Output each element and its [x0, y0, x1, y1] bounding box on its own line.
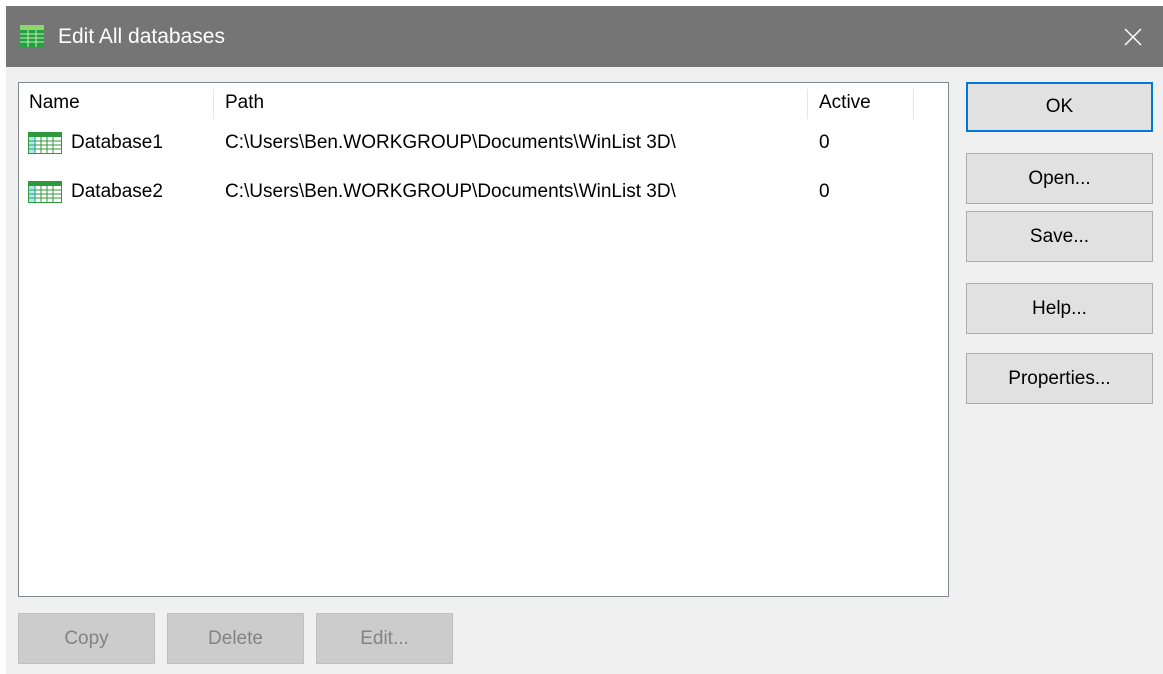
close-button[interactable] [1103, 6, 1163, 67]
row-name: Database2 [71, 181, 163, 202]
row-path: C:\Users\Ben.WORKGROUP\Documents\WinList… [225, 181, 676, 202]
column-divider[interactable] [807, 89, 808, 119]
column-header-name[interactable]: Name [19, 83, 213, 123]
delete-button[interactable]: Delete [167, 613, 304, 664]
close-icon [1124, 27, 1142, 46]
edit-button[interactable]: Edit... [316, 613, 453, 664]
row-active: 0 [819, 132, 830, 153]
row-path: C:\Users\Ben.WORKGROUP\Documents\WinList… [225, 132, 676, 153]
column-divider[interactable] [913, 89, 914, 119]
list-row[interactable]: Database1 C:\Users\Ben.WORKGROUP\Documen… [19, 123, 948, 163]
copy-button[interactable]: Copy [18, 613, 155, 664]
column-header-path[interactable]: Path [215, 83, 807, 123]
list-row[interactable]: Database2 C:\Users\Ben.WORKGROUP\Documen… [19, 172, 948, 212]
row-name: Database1 [71, 132, 163, 153]
dialog-window: Edit All databases Name Path Active Data… [6, 6, 1163, 674]
open-button[interactable]: Open... [966, 153, 1153, 204]
database-table-icon [28, 132, 62, 154]
row-active: 0 [819, 181, 830, 202]
title-bar[interactable]: Edit All databases [6, 6, 1163, 67]
ok-button[interactable]: OK [966, 82, 1153, 132]
properties-button[interactable]: Properties... [966, 353, 1153, 404]
list-header: Name Path Active [19, 83, 948, 123]
column-divider[interactable] [213, 89, 214, 119]
save-button[interactable]: Save... [966, 211, 1153, 262]
database-list[interactable]: Name Path Active Database1 C:\Users\Ben.… [18, 82, 949, 597]
database-grid-icon [20, 25, 44, 47]
database-table-icon [28, 181, 62, 203]
window-title: Edit All databases [58, 25, 225, 48]
column-header-active[interactable]: Active [809, 83, 913, 123]
help-button[interactable]: Help... [966, 283, 1153, 334]
